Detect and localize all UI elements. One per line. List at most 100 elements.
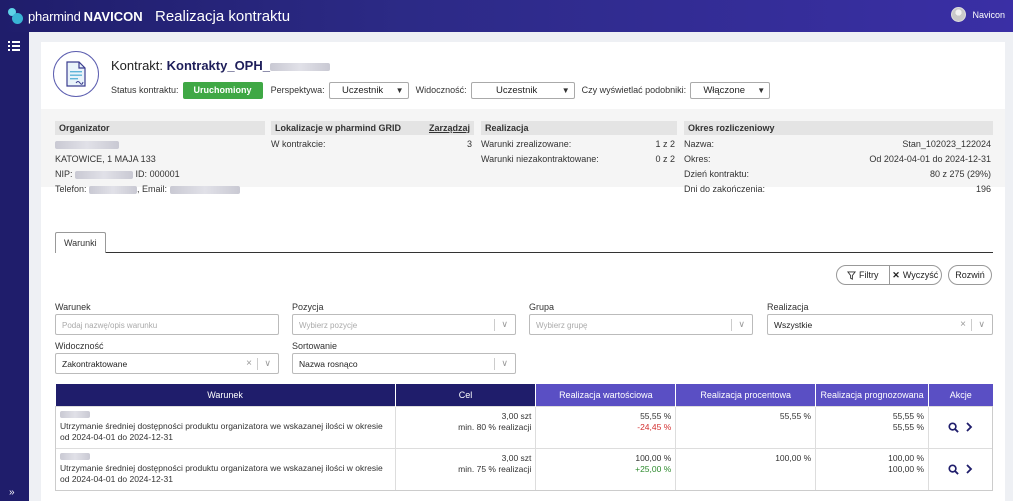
top-bar: pharmind NAVICON Realizacja kontraktu Na… bbox=[0, 0, 1013, 32]
organizer-contact: Telefon: , Email: bbox=[55, 184, 265, 195]
chevron-down-icon: ∨ bbox=[501, 319, 508, 329]
location-section: Lokalizacje w pharmind GRID Zarządzaj W … bbox=[271, 121, 474, 150]
target-cell: 3,00 szt min. 80 % realizacji bbox=[394, 405, 536, 448]
value-realization-cell: 55,55 % -24,45 % bbox=[535, 405, 676, 448]
page-title: Realizacja kontraktu bbox=[155, 7, 291, 25]
contract-document-icon bbox=[53, 51, 99, 97]
realization-filter-label: Realizacja bbox=[767, 302, 809, 312]
sidebar: » bbox=[0, 32, 29, 501]
group-select[interactable]: Wybierz grupę ∨ bbox=[529, 314, 753, 335]
period-title: Okres rozliczeniowy bbox=[684, 121, 993, 135]
similar-label: Czy wyświetlać podobniki: bbox=[581, 85, 687, 95]
contract-name: Kontrakty_OPH_ bbox=[166, 58, 270, 73]
chevron-down-icon: ∨ bbox=[978, 319, 985, 329]
header-condition[interactable]: Warunek bbox=[55, 384, 396, 406]
search-icon[interactable] bbox=[948, 464, 959, 475]
realization-section: Realizacja Warunki zrealizowane: 1 z 2 W… bbox=[481, 121, 677, 165]
tab-conditions[interactable]: Warunki bbox=[55, 232, 106, 253]
chevron-right-icon[interactable] bbox=[965, 422, 973, 432]
similar-select[interactable]: Włączone ▼ bbox=[690, 81, 771, 99]
contract-title: Kontrakt: Kontrakty_OPH_ bbox=[111, 58, 330, 73]
user-name: Navicon bbox=[972, 9, 1005, 20]
expand-sidebar-icon[interactable]: » bbox=[9, 487, 15, 498]
table-row: Utrzymanie średniej dostępności produktu… bbox=[55, 447, 993, 491]
header-forecast-realization[interactable]: Realizacja prognozowana bbox=[815, 384, 929, 406]
menu-list-icon[interactable] bbox=[8, 41, 20, 51]
clear-button[interactable]: ✕ Wyczyść bbox=[890, 266, 942, 284]
clear-icon: × bbox=[960, 319, 966, 330]
realization-title: Realizacja bbox=[481, 121, 677, 135]
chevron-down-icon: ▼ bbox=[395, 85, 404, 95]
table-header: Warunek Cel Realizacja wartościowa Reali… bbox=[55, 384, 993, 406]
value-realization-cell: 100,00 % +25,00 % bbox=[535, 447, 676, 491]
chevron-down-icon: ∨ bbox=[501, 358, 508, 368]
condition-search-input[interactable]: Podaj nazwę/opis warunku bbox=[55, 314, 279, 335]
close-icon: ✕ bbox=[892, 269, 900, 280]
visibility-select[interactable]: Uczestnik ▼ bbox=[470, 81, 575, 99]
similar-value: Włączone bbox=[703, 84, 746, 96]
search-icon[interactable] bbox=[948, 422, 959, 433]
contract-day-row: Dzień kontraktu: 80 z 275 (29%) bbox=[684, 169, 991, 179]
brand-prefix: pharmind bbox=[28, 8, 81, 24]
conditions-uncontracted-row: Warunki niezakontraktowane: 0 z 2 bbox=[481, 154, 675, 164]
conditions-done-row: Warunki zrealizowane: 1 z 2 bbox=[481, 139, 675, 149]
organizer-nip: NIP: ID: 000001 bbox=[55, 169, 180, 179]
user-menu[interactable]: Navicon bbox=[951, 7, 1005, 22]
chevron-down-icon: ∨ bbox=[738, 319, 745, 329]
condition-description: Utrzymanie średniej dostępności produktu… bbox=[60, 463, 383, 485]
percent-realization-cell: 100,00 % bbox=[675, 447, 816, 491]
position-select[interactable]: Wybierz pozycje ∨ bbox=[292, 314, 516, 335]
app-logo[interactable]: pharmind NAVICON bbox=[0, 8, 150, 24]
actions-cell bbox=[928, 405, 993, 448]
perspective-value: Uczestnik bbox=[342, 84, 384, 96]
days-left-row: Dni do zakończenia: 196 bbox=[684, 184, 991, 194]
perspective-select[interactable]: Uczestnik ▼ bbox=[328, 81, 409, 99]
condition-cell: Utrzymanie średniej dostępności produktu… bbox=[55, 447, 396, 491]
organizer-name bbox=[55, 139, 265, 150]
filter-icon bbox=[847, 270, 856, 280]
chevron-down-icon: ▼ bbox=[561, 85, 570, 95]
percent-realization-cell: 55,55 % bbox=[675, 405, 816, 448]
logo-icon bbox=[8, 8, 24, 24]
sort-label: Sortowanie bbox=[292, 341, 338, 351]
organizer-section: Organizator KATOWICE, 1 MAJA 133 NIP: ID… bbox=[55, 121, 265, 195]
avatar[interactable] bbox=[951, 7, 967, 22]
header-value-realization[interactable]: Realizacja wartościowa bbox=[535, 384, 676, 406]
clear-icon: × bbox=[246, 358, 252, 369]
visibility-label: Widoczność: bbox=[415, 85, 467, 95]
period-name-row: Nazwa: Stan_102023_122024 bbox=[684, 139, 991, 149]
chevron-down-icon: ∨ bbox=[264, 358, 271, 368]
organizer-address: KATOWICE, 1 MAJA 133 bbox=[55, 154, 156, 164]
expand-button[interactable]: Rozwiń bbox=[948, 265, 992, 285]
condition-filter-label: Warunek bbox=[55, 302, 91, 312]
brand-name: NAVICON bbox=[83, 8, 143, 24]
period-range-row: Okres: Od 2024-04-01 do 2024-12-31 bbox=[684, 154, 991, 164]
manage-link[interactable]: Zarządzaj bbox=[429, 121, 470, 135]
contract-controls: Status kontraktu: Uruchomiony Perspektyw… bbox=[111, 81, 777, 99]
header-target[interactable]: Cel bbox=[394, 384, 536, 406]
filter-toolbar: Filtry ✕ Wyczyść bbox=[836, 265, 942, 285]
tab-bar: Warunki bbox=[55, 232, 993, 253]
organizer-title: Organizator bbox=[55, 121, 265, 135]
perspective-label: Perspektywa: bbox=[270, 85, 325, 95]
target-cell: 3,00 szt min. 75 % realizacji bbox=[394, 447, 536, 491]
status-label: Status kontraktu: bbox=[111, 85, 179, 95]
redacted-text bbox=[269, 62, 330, 71]
forecast-realization-cell: 55,55 % 55,55 % bbox=[815, 405, 929, 448]
period-section: Okres rozliczeniowy Nazwa: Stan_102023_12… bbox=[684, 121, 993, 195]
actions-cell bbox=[928, 447, 993, 491]
contract-header: Kontrakt: Kontrakty_OPH_ Status kontrakt… bbox=[41, 42, 1005, 109]
in-contract-row: W kontrakcie: 3 bbox=[271, 139, 472, 149]
filters-button[interactable]: Filtry bbox=[837, 266, 889, 284]
visibility-filter-select[interactable]: Zakontraktowane × ∨ bbox=[55, 353, 279, 374]
status-badge: Uruchomiony bbox=[182, 81, 263, 99]
in-contract-value: 3 bbox=[466, 139, 472, 149]
chevron-right-icon[interactable] bbox=[965, 464, 973, 474]
location-title: Lokalizacje w pharmind GRID Zarządzaj bbox=[271, 121, 474, 135]
realization-select[interactable]: Wszystkie × ∨ bbox=[767, 314, 993, 335]
chevron-down-icon: ▼ bbox=[757, 85, 766, 95]
header-percent-realization[interactable]: Realizacja procentowa bbox=[675, 384, 816, 406]
visibility-filter-label: Widoczność bbox=[55, 341, 104, 351]
contract-label: Kontrakt: bbox=[111, 58, 164, 73]
sort-select[interactable]: Nazwa rosnąco ∨ bbox=[292, 353, 516, 374]
